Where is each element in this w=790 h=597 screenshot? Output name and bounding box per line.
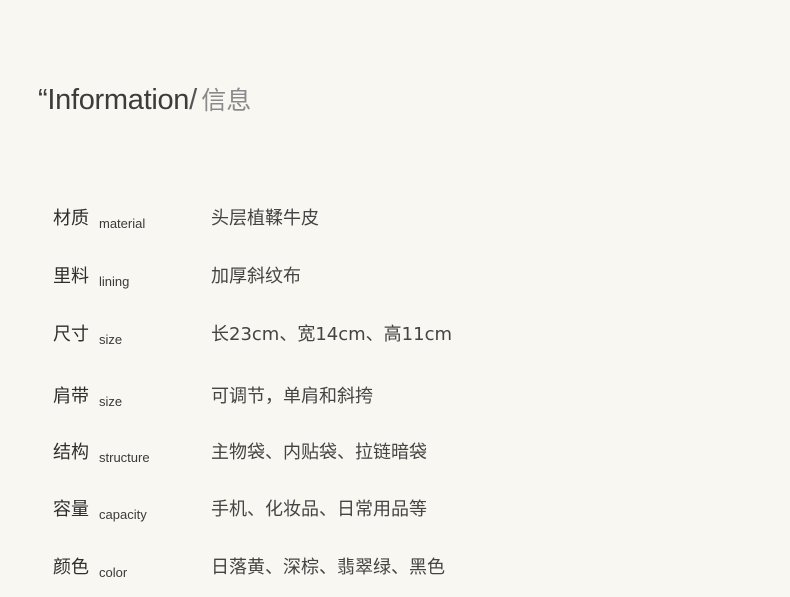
spec-label-cn: 尺寸 xyxy=(53,324,89,345)
spec-label-cn: 容量 xyxy=(53,499,89,520)
spec-label-en: structure xyxy=(99,450,150,465)
spec-label-en: size xyxy=(99,332,123,347)
spec-row-material: 材质 material 头层植鞣牛皮 xyxy=(0,206,790,236)
spec-value: 日落黄、深棕、翡翠绿、黑色 xyxy=(211,557,445,578)
spec-label-cn: 颜色 xyxy=(53,557,89,578)
spec-label-en: size xyxy=(99,394,123,409)
spec-value: 手机、化妆品、日常用品等 xyxy=(211,499,427,520)
spec-row-size: 尺寸 size 长23cm、宽14cm、高11cm xyxy=(0,322,790,352)
spec-row-strap: 肩带 size 可调节，单肩和斜挎 xyxy=(0,384,790,414)
spec-label-en: capacity xyxy=(99,507,147,522)
title-english: “Information xyxy=(38,84,190,116)
spec-row-capacity: 容量 capacity 手机、化妆品、日常用品等 xyxy=(0,497,790,527)
spec-label-cn: 结构 xyxy=(53,442,89,463)
spec-label-cn: 肩带 xyxy=(53,386,89,407)
title-separator: / xyxy=(189,84,198,116)
spec-row-lining: 里料 lining 加厚斜纹布 xyxy=(0,264,790,294)
spec-value: 头层植鞣牛皮 xyxy=(211,208,319,229)
spec-label-en: lining xyxy=(99,274,130,289)
spec-row-color: 颜色 color 日落黄、深棕、翡翠绿、黑色 xyxy=(0,555,790,585)
spec-row-structure: 结构 structure 主物袋、内贴袋、拉链暗袋 xyxy=(0,440,790,470)
spec-value: 可调节，单肩和斜挎 xyxy=(211,386,373,407)
spec-label-en: color xyxy=(99,565,128,580)
page-title: “Information/信息 xyxy=(38,86,251,115)
spec-label-en: material xyxy=(99,216,146,231)
title-chinese: 信息 xyxy=(201,86,252,115)
spec-value: 长23cm、宽14cm、高11cm xyxy=(211,324,453,345)
spec-value: 主物袋、内贴袋、拉链暗袋 xyxy=(211,442,427,463)
spec-value: 加厚斜纹布 xyxy=(211,266,301,287)
spec-label-cn: 材质 xyxy=(53,208,89,229)
spec-label-cn: 里料 xyxy=(53,266,89,287)
